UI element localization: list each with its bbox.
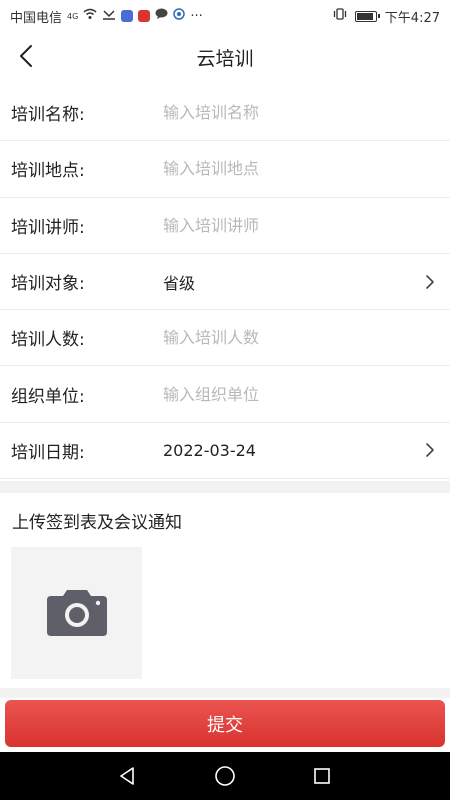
page-title: 云培训 [196,47,254,70]
status-left: 中国电信 4G ··· [10,7,203,26]
back-button[interactable] [12,44,40,72]
training-date-label: 培训日期: [11,442,85,463]
missed-call-icon [102,8,116,24]
settings-app-icon [173,8,186,24]
organizer-input[interactable] [163,384,438,404]
training-date-value: 2022-03-24 [163,440,256,460]
form-row-training-lecturer: 培训讲师: [0,198,450,254]
training-form: 培训名称: 培训地点: 培训讲师: 培训对象: 省级 培训人数: 组织单位: [0,85,450,480]
chat-bubble-icon [155,8,168,24]
back-triangle-icon[interactable] [113,761,143,791]
app-notification-icon [138,10,151,22]
training-lecturer-label: 培训讲师: [11,217,85,238]
form-row-training-headcount: 培训人数: [0,310,450,367]
status-right: 下午4:27 [333,7,440,26]
training-audience-label: 培训对象: [11,274,85,295]
section-divider [0,481,450,493]
battery-level [356,12,373,20]
screen: 中国电信 4G ··· 下午4:27 云培训 培训名称: 输入培训名称 培训地点… [0,0,450,800]
training-name-input[interactable] [163,103,438,123]
network-type: 4G [67,11,79,21]
vibrate-icon [333,7,347,25]
bottom-divider [0,688,450,698]
upload-photo-button[interactable] [11,547,142,679]
chevron-right-icon [422,274,438,290]
form-row-training-audience[interactable]: 培训对象: 省级 [0,254,450,311]
form-row-training-name: 培训名称: [0,85,450,142]
training-audience-value: 省级 [163,273,196,293]
carrier-label: 中国电信 [10,10,63,26]
training-location-label: 培训地点: [11,161,85,182]
form-row-training-location: 培训地点: [0,141,450,198]
system-nav-bar [0,752,450,800]
submit-button[interactable]: 提交 [5,700,445,747]
camera-icon [46,586,107,640]
chevron-left-icon [18,44,34,72]
upload-section: 上传签到表及会议通知 [0,494,450,688]
organizer-label: 组织单位: [11,386,85,407]
recents-square-icon[interactable] [307,761,337,791]
battery-icon [354,10,380,22]
status-bar: 中国电信 4G ··· 下午4:27 [0,0,450,32]
more-notifications-icon: ··· [190,8,203,24]
chevron-right-icon [422,442,438,458]
home-circle-icon[interactable] [210,761,240,791]
training-lecturer-input[interactable] [163,215,438,235]
form-row-organizer: 组织单位: [0,366,450,423]
header: 云培训 [0,32,450,82]
form-row-training-date[interactable]: 培训日期: 2022-03-24 [0,423,450,480]
training-location-input[interactable] [163,159,438,179]
training-headcount-label: 培训人数: [11,330,85,351]
clock: 下午4:27 [384,10,440,26]
training-name-label: 培训名称: [11,105,85,126]
upload-title: 上传签到表及会议通知 [12,513,182,533]
training-headcount-input[interactable] [163,328,438,348]
app-notification-icon [121,10,134,22]
wifi-icon [83,8,97,24]
